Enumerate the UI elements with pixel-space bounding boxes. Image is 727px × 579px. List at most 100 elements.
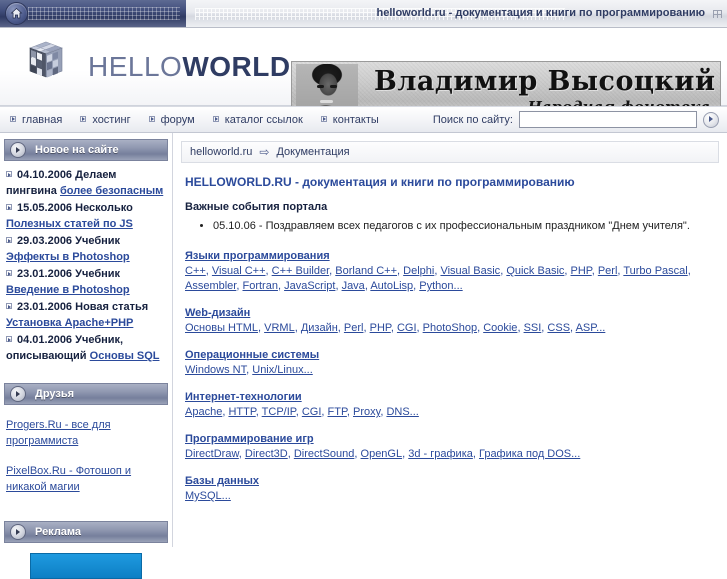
site-logo[interactable]: HELLOWORLD <box>20 41 291 93</box>
category-link[interactable]: CGI <box>302 406 322 418</box>
news-link[interactable]: более безопасным <box>60 185 163 197</box>
nav-item-kontakty[interactable]: контакты <box>320 114 379 126</box>
category-links: Windows NT, Unix/Linux... <box>185 363 715 378</box>
event-item: 05.10.06 - Поздравляем всех педагогов с … <box>213 219 715 234</box>
portrait-eye-left <box>317 85 324 88</box>
category-link[interactable]: AutoLisp <box>370 280 413 292</box>
news-date: 29.03.2006 <box>17 235 73 247</box>
portrait-mouth <box>320 100 333 103</box>
category-link[interactable]: JavaScript <box>284 280 335 292</box>
logo-text-world: WORLD <box>182 51 291 82</box>
news-text: Несколько <box>75 202 133 214</box>
news-text: Учебник <box>75 235 121 247</box>
category-link[interactable]: TCP/IP <box>262 406 296 418</box>
sidebar-ad-banner[interactable] <box>30 553 142 579</box>
category-link[interactable]: Perl <box>344 322 364 334</box>
breadcrumb-root[interactable]: helloworld.ru <box>190 146 252 158</box>
news-link[interactable]: Полезных статей по JS <box>6 218 133 230</box>
category-link[interactable]: DirectDraw <box>185 448 239 460</box>
rubiks-cube-logo <box>20 41 76 93</box>
news-list-item[interactable]: 23.01.2006 Учебник Введение в Photoshop <box>6 266 166 298</box>
category-link[interactable]: Python... <box>419 280 462 292</box>
category-link[interactable]: Borland C++ <box>335 265 397 277</box>
category-link[interactable]: ASP... <box>576 322 606 334</box>
friend-link[interactable]: PixelBox.Ru - Фотошоп и никакой магии <box>6 465 131 493</box>
site-header: HELLOWORLD Владимир Высоцкий Народная фо… <box>0 28 727 119</box>
category-title[interactable]: Базы данных <box>185 475 259 487</box>
home-glyph <box>10 8 23 19</box>
category-link[interactable]: Visual Basic <box>440 265 500 277</box>
category-link[interactable]: PhotoShop <box>423 322 477 334</box>
sidebar-block-title: Друзья <box>35 388 75 400</box>
site-search: Поиск по сайту: <box>433 107 719 132</box>
category-link[interactable]: Assembler <box>185 280 236 292</box>
category-link[interactable]: Apache <box>185 406 222 418</box>
category-link[interactable]: Fortran <box>242 280 277 292</box>
category-block-databases: Базы данных MySQL... <box>185 475 715 504</box>
category-link[interactable]: SSI <box>524 322 542 334</box>
friend-list-item[interactable]: Progers.Ru - все для программиста <box>6 417 166 449</box>
news-link[interactable]: Введение в Photoshop <box>6 284 130 296</box>
category-title[interactable]: Программирование игр <box>185 433 314 445</box>
news-list-item[interactable]: 15.05.2006 Несколько Полезных статей по … <box>6 200 166 232</box>
category-link[interactable]: FTP <box>328 406 347 418</box>
category-title[interactable]: Интернет-технологии <box>185 391 302 403</box>
category-link[interactable]: Windows NT <box>185 364 246 376</box>
nav-item-glavnaya[interactable]: главная <box>10 114 62 126</box>
category-link[interactable]: Основы HTML <box>185 322 258 334</box>
category-link[interactable]: Cookie <box>483 322 517 334</box>
category-link[interactable]: Unix/Linux... <box>252 364 313 376</box>
news-link[interactable]: Установка Apache+PHP <box>6 317 133 329</box>
nav-item-hosting[interactable]: хостинг <box>80 114 131 126</box>
link-separator: , <box>687 265 691 277</box>
category-block-gamedev: Программирование игр DirectDraw, Direct3… <box>185 433 715 462</box>
category-link[interactable]: Proxy <box>353 406 380 418</box>
category-link[interactable]: C++ <box>185 265 206 277</box>
category-link[interactable]: C++ Builder <box>272 265 329 277</box>
category-links: MySQL... <box>185 489 715 504</box>
category-link[interactable]: Turbo Pascal <box>623 265 687 277</box>
breadcrumb-current: Документация <box>276 146 350 158</box>
category-link[interactable]: PHP <box>370 322 391 334</box>
bullet-arrow-icon <box>212 115 221 124</box>
search-submit-button[interactable] <box>703 111 719 128</box>
content-area: HELLOWORLD.RU - документация и книги по … <box>173 163 727 504</box>
news-list-item[interactable]: 04.01.2006 Учебник, описывающий Основы S… <box>6 332 166 364</box>
category-link[interactable]: CGI <box>397 322 417 334</box>
news-link[interactable]: Эффекты в Photoshop <box>6 251 130 263</box>
nav-item-katalog-ssylok[interactable]: каталог ссылок <box>212 114 303 126</box>
category-link[interactable]: DNS... <box>386 406 418 418</box>
news-list-item[interactable]: 04.10.2006 Делаем пингвина более безопас… <box>6 167 166 199</box>
category-link[interactable]: Direct3D <box>245 448 288 460</box>
category-link[interactable]: DirectSound <box>294 448 355 460</box>
category-link[interactable]: Графика под DOS... <box>479 448 580 460</box>
news-list-item[interactable]: 29.03.2006 Учебник Эффекты в Photoshop <box>6 233 166 265</box>
search-input[interactable] <box>519 111 697 128</box>
category-link[interactable]: Visual C++ <box>212 265 266 277</box>
sidebar-block-header-friends: Друзья <box>4 383 168 405</box>
category-title[interactable]: Операционные системы <box>185 349 319 361</box>
category-link[interactable]: Дизайн <box>301 322 338 334</box>
category-link[interactable]: MySQL... <box>185 490 231 502</box>
nav-item-forum[interactable]: форум <box>148 114 195 126</box>
category-link[interactable]: HTTP <box>228 406 255 418</box>
category-link[interactable]: 3d - графика <box>408 448 473 460</box>
category-link[interactable]: Quick Basic <box>506 265 564 277</box>
home-icon[interactable] <box>6 3 27 24</box>
category-link[interactable]: Java <box>342 280 365 292</box>
bullet-arrow-icon <box>6 336 14 344</box>
category-link[interactable]: PHP <box>571 265 592 277</box>
category-link[interactable]: Perl <box>598 265 618 277</box>
friend-link[interactable]: Progers.Ru - все для программиста <box>6 419 111 447</box>
search-label: Поиск по сайту: <box>432 113 513 126</box>
category-title[interactable]: Языки программирования <box>185 250 330 262</box>
news-list-item[interactable]: 23.01.2006 Новая статья Установка Apache… <box>6 299 166 331</box>
category-link[interactable]: Delphi <box>403 265 434 277</box>
category-link[interactable]: VRML <box>264 322 295 334</box>
top-bar-left-panel <box>0 0 186 27</box>
friend-list-item[interactable]: PixelBox.Ru - Фотошоп и никакой магии <box>6 463 166 495</box>
category-link[interactable]: CSS <box>547 322 570 334</box>
category-link[interactable]: OpenGL <box>361 448 403 460</box>
category-title[interactable]: Web-дизайн <box>185 307 250 319</box>
news-link[interactable]: Основы SQL <box>90 350 160 362</box>
